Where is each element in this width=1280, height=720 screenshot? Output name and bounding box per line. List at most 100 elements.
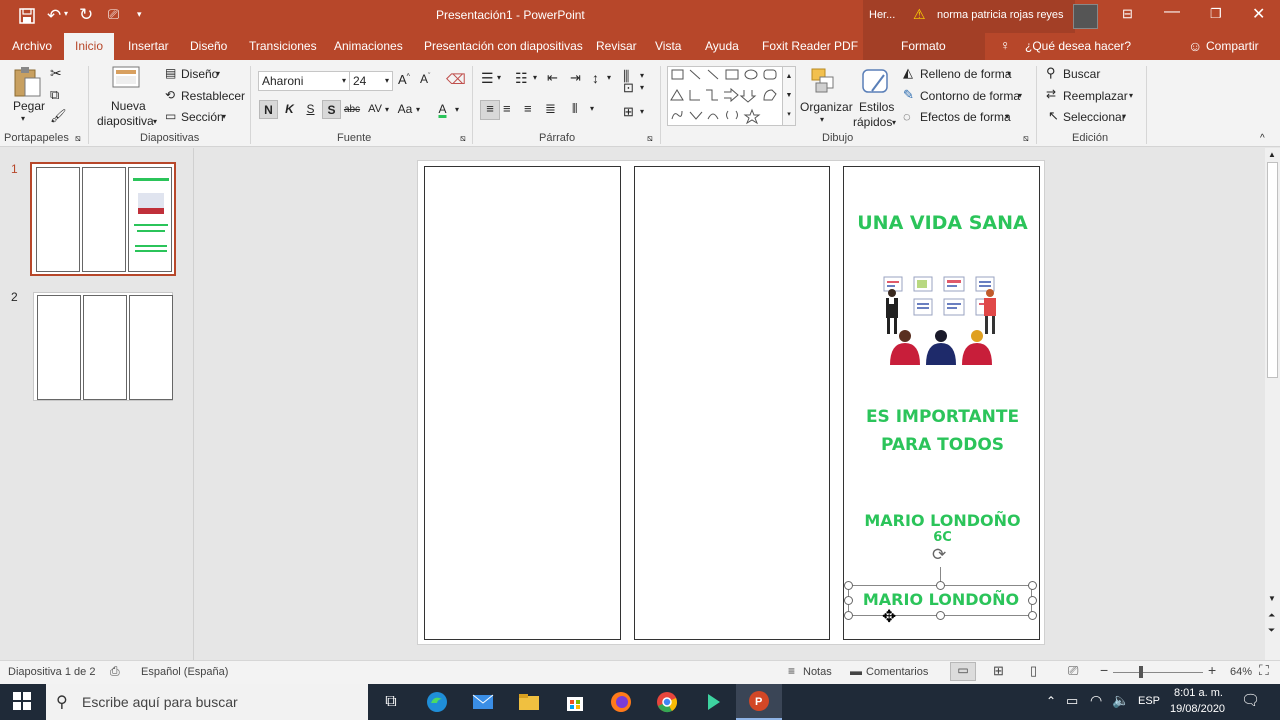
ribbon-display-icon[interactable]: ⊟ bbox=[1122, 6, 1133, 22]
store-icon[interactable] bbox=[552, 684, 598, 720]
shrink-font-icon[interactable]: Aˇ bbox=[420, 72, 430, 86]
chevron-down-icon[interactable]: ▾ bbox=[1129, 91, 1133, 100]
resize-handle[interactable] bbox=[844, 611, 853, 620]
chevron-down-icon[interactable]: ▾ bbox=[533, 73, 537, 82]
minimize-icon[interactable]: — bbox=[1164, 3, 1180, 21]
resize-handle[interactable] bbox=[1028, 581, 1037, 590]
quick-styles-label[interactable]: Estilos bbox=[859, 100, 894, 114]
chevron-down-icon[interactable]: ▾ bbox=[342, 72, 346, 90]
shape-effects-button[interactable]: Efectos de forma bbox=[920, 110, 1011, 124]
layout-dropdown-icon[interactable]: ▾ bbox=[216, 69, 220, 78]
chrome-icon[interactable] bbox=[644, 684, 690, 720]
numbering-icon[interactable]: ☷ bbox=[515, 70, 528, 87]
spelling-icon[interactable]: ⎙ bbox=[110, 664, 120, 679]
tab-animaciones[interactable]: Animaciones bbox=[334, 33, 403, 60]
resize-handle[interactable] bbox=[844, 596, 853, 605]
chevron-down-icon[interactable]: ▾ bbox=[590, 104, 594, 113]
format-painter-icon[interactable]: 🖌 bbox=[50, 108, 67, 124]
chevron-down-icon[interactable]: ▾ bbox=[607, 73, 611, 82]
columns-icon[interactable]: ⫴ bbox=[572, 101, 577, 117]
powerpoint-taskbar-icon[interactable]: P bbox=[736, 684, 782, 720]
slide-grade[interactable]: 6C bbox=[844, 530, 1041, 541]
zoom-out-icon[interactable]: − bbox=[1100, 662, 1108, 678]
shape-fill-button[interactable]: Relleno de forma bbox=[920, 67, 1011, 81]
tab-revisar[interactable]: Revisar bbox=[596, 33, 637, 60]
section-dropdown-icon[interactable]: ▾ bbox=[222, 112, 226, 121]
chevron-down-icon[interactable]: ▾ bbox=[416, 105, 420, 114]
brochure-panel-middle[interactable] bbox=[634, 166, 830, 640]
line-spacing-icon[interactable]: ↕ bbox=[592, 70, 599, 86]
user-name[interactable]: norma patricia rojas reyes bbox=[937, 9, 1064, 21]
slide-text-line-1[interactable]: ES IMPORTANTE bbox=[844, 407, 1041, 427]
windows-start-icon[interactable] bbox=[13, 692, 31, 713]
new-slide-icon[interactable] bbox=[112, 66, 142, 95]
mail-icon[interactable] bbox=[460, 684, 506, 720]
chevron-down-icon[interactable]: ▾ bbox=[640, 83, 644, 92]
start-presentation-icon[interactable]: ⎚ bbox=[108, 6, 119, 23]
font-size-combo[interactable]: 24 ▾ bbox=[349, 71, 393, 91]
arrange-icon[interactable] bbox=[810, 67, 838, 98]
tab-diseno[interactable]: Diseño bbox=[190, 33, 227, 60]
show-hidden-icons-icon[interactable]: ⌃ bbox=[1046, 694, 1056, 708]
chevron-down-icon[interactable]: ▾ bbox=[640, 107, 644, 116]
resize-handle[interactable] bbox=[844, 581, 853, 590]
clipboard-launcher-icon[interactable]: ⧅ bbox=[75, 133, 81, 144]
shapes-gallery-scroll[interactable]: ▲ ▼ ▾ bbox=[782, 66, 796, 126]
chevron-down-icon[interactable]: ▾ bbox=[1007, 69, 1011, 78]
tab-vista[interactable]: Vista bbox=[655, 33, 681, 60]
new-slide-label-2[interactable]: diapositiva bbox=[97, 114, 154, 128]
tab-formato[interactable]: Formato bbox=[901, 33, 946, 60]
arrange-button[interactable]: Organizar bbox=[800, 100, 853, 114]
slide-title[interactable]: UNA VIDA SANA bbox=[844, 212, 1041, 234]
align-text-icon[interactable]: ⊡ bbox=[623, 80, 634, 96]
rotate-handle-icon[interactable]: ⟳ bbox=[932, 545, 946, 565]
align-center-icon[interactable]: ≡ bbox=[503, 101, 511, 116]
new-slide-dropdown-icon[interactable]: ▾ bbox=[153, 117, 157, 126]
find-button[interactable]: Buscar bbox=[1063, 67, 1100, 81]
scroll-up-icon[interactable]: ▲ bbox=[1268, 150, 1276, 159]
input-language[interactable]: ESP bbox=[1138, 695, 1160, 707]
resize-handle[interactable] bbox=[1028, 596, 1037, 605]
slide-author[interactable]: MARIO LONDOÑO bbox=[844, 511, 1041, 530]
resize-handle[interactable] bbox=[936, 581, 945, 590]
taskbar-search-box[interactable]: ⚲ Escribe aquí para buscar bbox=[46, 684, 368, 720]
slideshow-icon[interactable]: ⎚ bbox=[1068, 663, 1078, 679]
brochure-panel-right[interactable]: UNA VIDA SANA ES IMPORTANTE PARA TODOS M… bbox=[843, 166, 1040, 640]
cut-icon[interactable]: ✂ bbox=[50, 65, 62, 82]
chevron-down-icon[interactable]: ▾ bbox=[455, 105, 459, 114]
avatar[interactable] bbox=[1073, 4, 1098, 29]
slide[interactable]: UNA VIDA SANA ES IMPORTANTE PARA TODOS M… bbox=[417, 160, 1045, 645]
edge-icon[interactable] bbox=[414, 684, 460, 720]
quick-styles-icon[interactable] bbox=[860, 67, 892, 100]
replace-button[interactable]: Reemplazar bbox=[1063, 89, 1128, 103]
taskbar-search-placeholder[interactable]: Escribe aquí para buscar bbox=[82, 694, 238, 710]
zoom-slider-thumb[interactable] bbox=[1139, 666, 1143, 678]
shape-outline-button[interactable]: Contorno de forma bbox=[920, 89, 1020, 103]
chevron-down-icon[interactable]: ▾ bbox=[640, 71, 644, 80]
justify-icon[interactable]: ≣ bbox=[545, 101, 556, 117]
clock-date[interactable]: 19/08/2020 bbox=[1170, 703, 1225, 715]
previous-slide-icon[interactable]: ⏶ bbox=[1268, 610, 1275, 621]
bullets-icon[interactable]: ☰ bbox=[481, 70, 494, 87]
select-button[interactable]: Seleccionar bbox=[1063, 110, 1126, 124]
font-name-combo[interactable]: Aharoni ▾ bbox=[258, 71, 350, 91]
normal-view-icon[interactable]: ▭ bbox=[950, 662, 976, 681]
align-left-icon[interactable]: ≡ bbox=[480, 100, 500, 120]
wifi-icon[interactable]: ◠ bbox=[1090, 692, 1102, 709]
section-button[interactable]: Sección bbox=[181, 110, 224, 124]
restore-icon[interactable]: ❐ bbox=[1210, 6, 1222, 22]
firefox-icon[interactable] bbox=[598, 684, 644, 720]
battery-icon[interactable]: ▭ bbox=[1066, 693, 1078, 709]
decrease-indent-icon[interactable]: ⇤ bbox=[547, 70, 558, 86]
slide-sorter-icon[interactable]: ⊞ bbox=[993, 663, 1004, 679]
tab-archivo[interactable]: Archivo bbox=[12, 33, 52, 60]
slide-thumbnail-2[interactable] bbox=[33, 292, 173, 401]
new-slide-label[interactable]: Nueva bbox=[111, 99, 146, 113]
clear-format-icon[interactable]: ⌫ bbox=[446, 71, 466, 88]
chevron-down-icon[interactable]: ▾ bbox=[1005, 112, 1009, 121]
quick-styles-label-2[interactable]: rápidos bbox=[853, 115, 892, 129]
paragraph-launcher-icon[interactable]: ⧅ bbox=[647, 133, 653, 144]
smartart-icon[interactable]: ⊞ bbox=[623, 104, 634, 120]
reading-view-icon[interactable]: ▯ bbox=[1030, 663, 1037, 679]
reset-button[interactable]: Restablecer bbox=[181, 89, 245, 103]
